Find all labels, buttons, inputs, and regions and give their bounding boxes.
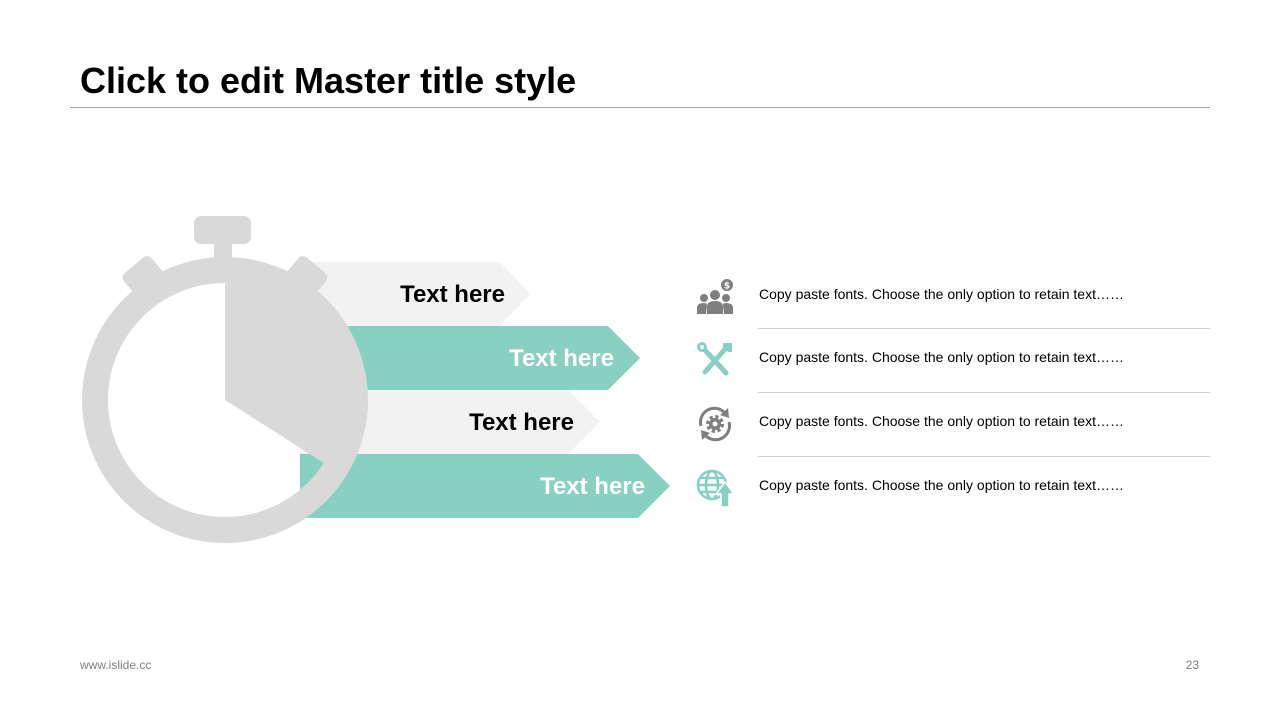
svg-text:$: $ <box>724 282 730 292</box>
item-divider-2 <box>758 392 1210 393</box>
tools-icon <box>697 342 732 376</box>
arrow-label-3[interactable]: Text here <box>469 409 574 437</box>
globe-upload-icon <box>696 469 735 508</box>
item-text-4[interactable]: Copy paste fonts. Choose the only option… <box>759 477 1124 493</box>
page-number: 23 <box>1185 658 1199 672</box>
arrow-label-1[interactable]: Text here <box>400 281 505 309</box>
team-money-icon: $ <box>697 279 733 314</box>
item-text-1[interactable]: Copy paste fonts. Choose the only option… <box>759 286 1124 302</box>
footer-website: www.islide.cc <box>80 658 152 672</box>
item-divider-3 <box>758 456 1210 457</box>
item-divider-1 <box>758 328 1210 329</box>
item-text-3[interactable]: Copy paste fonts. Choose the only option… <box>759 413 1124 429</box>
stopwatch-crown <box>194 216 251 244</box>
item-text-2[interactable]: Copy paste fonts. Choose the only option… <box>759 349 1124 365</box>
arrow-label-2[interactable]: Text here <box>509 345 614 373</box>
gear-cycle-icon <box>699 406 731 442</box>
slide: Click to edit Master title style Text he… <box>0 0 1280 720</box>
arrow-label-4[interactable]: Text here <box>540 473 645 501</box>
